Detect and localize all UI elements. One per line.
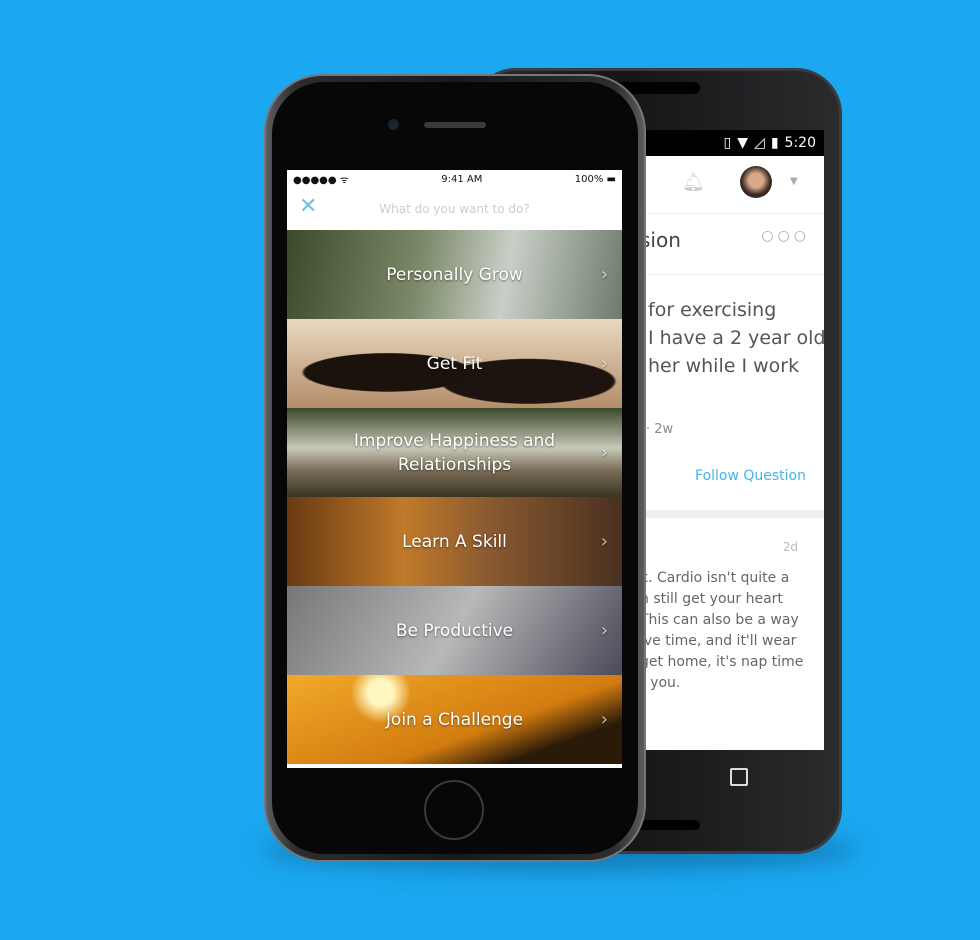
avatar[interactable] xyxy=(740,166,772,198)
android-camera xyxy=(742,86,750,94)
chevron-right-icon: › xyxy=(600,263,608,285)
question-line: for exercising xyxy=(648,299,777,321)
goal-item-be-productive[interactable]: Be Productive › xyxy=(287,586,622,675)
more-options-icon[interactable]: ○○○ xyxy=(761,228,810,244)
battery-percent: 100% xyxy=(574,173,604,185)
battery-icon: ▬ xyxy=(606,173,616,185)
question-title: sion xyxy=(640,228,681,252)
question-meta: · 2w xyxy=(646,422,674,437)
goal-item-personally-grow[interactable]: Personally Grow › xyxy=(287,230,622,319)
vibrate-icon: ▯ xyxy=(723,135,732,151)
app-header: 🔔︎ ▼ xyxy=(640,156,824,214)
chevron-right-icon: › xyxy=(600,619,608,641)
signal-icon: ◿ xyxy=(754,135,765,151)
answer-line: n still get your heart xyxy=(640,591,783,607)
divider xyxy=(640,274,824,275)
recent-apps-icon[interactable] xyxy=(730,768,748,786)
chevron-right-icon: › xyxy=(600,530,608,552)
battery: 100% ▬ xyxy=(575,174,616,185)
answer-line: r you. xyxy=(640,675,681,691)
ios-status-bar: ●●●●● ᯤ 9:41 AM 100% ▬ xyxy=(287,170,622,188)
goal-label: Learn A Skill xyxy=(402,531,507,552)
wifi-icon: ▼ xyxy=(737,135,749,151)
chevron-right-icon: › xyxy=(600,708,608,730)
search-input[interactable]: What do you want to do? xyxy=(287,202,622,216)
android-status-bar: ▯ ▼ ◿ ▮ 5:20 xyxy=(640,130,824,156)
chevron-right-icon: › xyxy=(600,352,608,374)
search-header: ✕ What do you want to do? xyxy=(287,188,622,230)
goal-label: Improve Happiness and Relationships xyxy=(353,430,556,475)
question-line: her while I work xyxy=(648,355,800,377)
goal-item-improve-happiness[interactable]: Improve Happiness and Relationships › xyxy=(287,408,622,497)
goal-item-get-fit[interactable]: Get Fit › xyxy=(287,319,622,408)
answer-line: ive time, and it'll wear xyxy=(640,633,797,649)
goal-item-join-a-challenge[interactable]: Join a Challenge › xyxy=(287,675,622,764)
question-line: I have a 2 year old xyxy=(648,327,824,349)
answer-line: get home, it's nap time xyxy=(640,654,804,670)
answer-line: k. Cardio isn't quite a xyxy=(640,570,790,586)
answer-line: This can also be a way xyxy=(640,612,799,628)
answer-text: k. Cardio isn't quite a n still get your… xyxy=(640,568,803,694)
home-button[interactable] xyxy=(424,780,484,840)
battery-charging-icon: ▮ xyxy=(770,135,779,151)
bell-icon[interactable]: 🔔︎ xyxy=(682,172,705,193)
caret-down-icon[interactable]: ▼ xyxy=(790,176,798,187)
follow-question-button[interactable]: Follow Question xyxy=(695,468,806,484)
chevron-right-icon: › xyxy=(600,441,608,463)
goal-label: Be Productive xyxy=(395,620,514,641)
divider xyxy=(640,510,824,518)
goal-label: Join a Challenge xyxy=(385,709,524,730)
iphone-screen: ●●●●● ᯤ 9:41 AM 100% ▬ ✕ What do you wan… xyxy=(287,170,622,768)
goal-label: Personally Grow xyxy=(386,264,523,285)
signal-icon: ●●●●● ᯤ xyxy=(293,175,349,186)
android-screen: ▯ ▼ ◿ ▮ 5:20 🔔︎ ▼ sion ○○○ for exercisin… xyxy=(640,130,824,750)
goal-item-learn-a-skill[interactable]: Learn A Skill › xyxy=(287,497,622,586)
goal-label: Get Fit xyxy=(426,353,483,374)
ios-time: 9:41 AM xyxy=(441,173,483,185)
android-time: 5:20 xyxy=(784,135,816,151)
iphone-speaker xyxy=(424,122,486,128)
iphone-camera xyxy=(388,119,399,130)
question-text: for exercising I have a 2 year old her w… xyxy=(648,296,824,380)
answer-age: 2d xyxy=(782,540,798,554)
